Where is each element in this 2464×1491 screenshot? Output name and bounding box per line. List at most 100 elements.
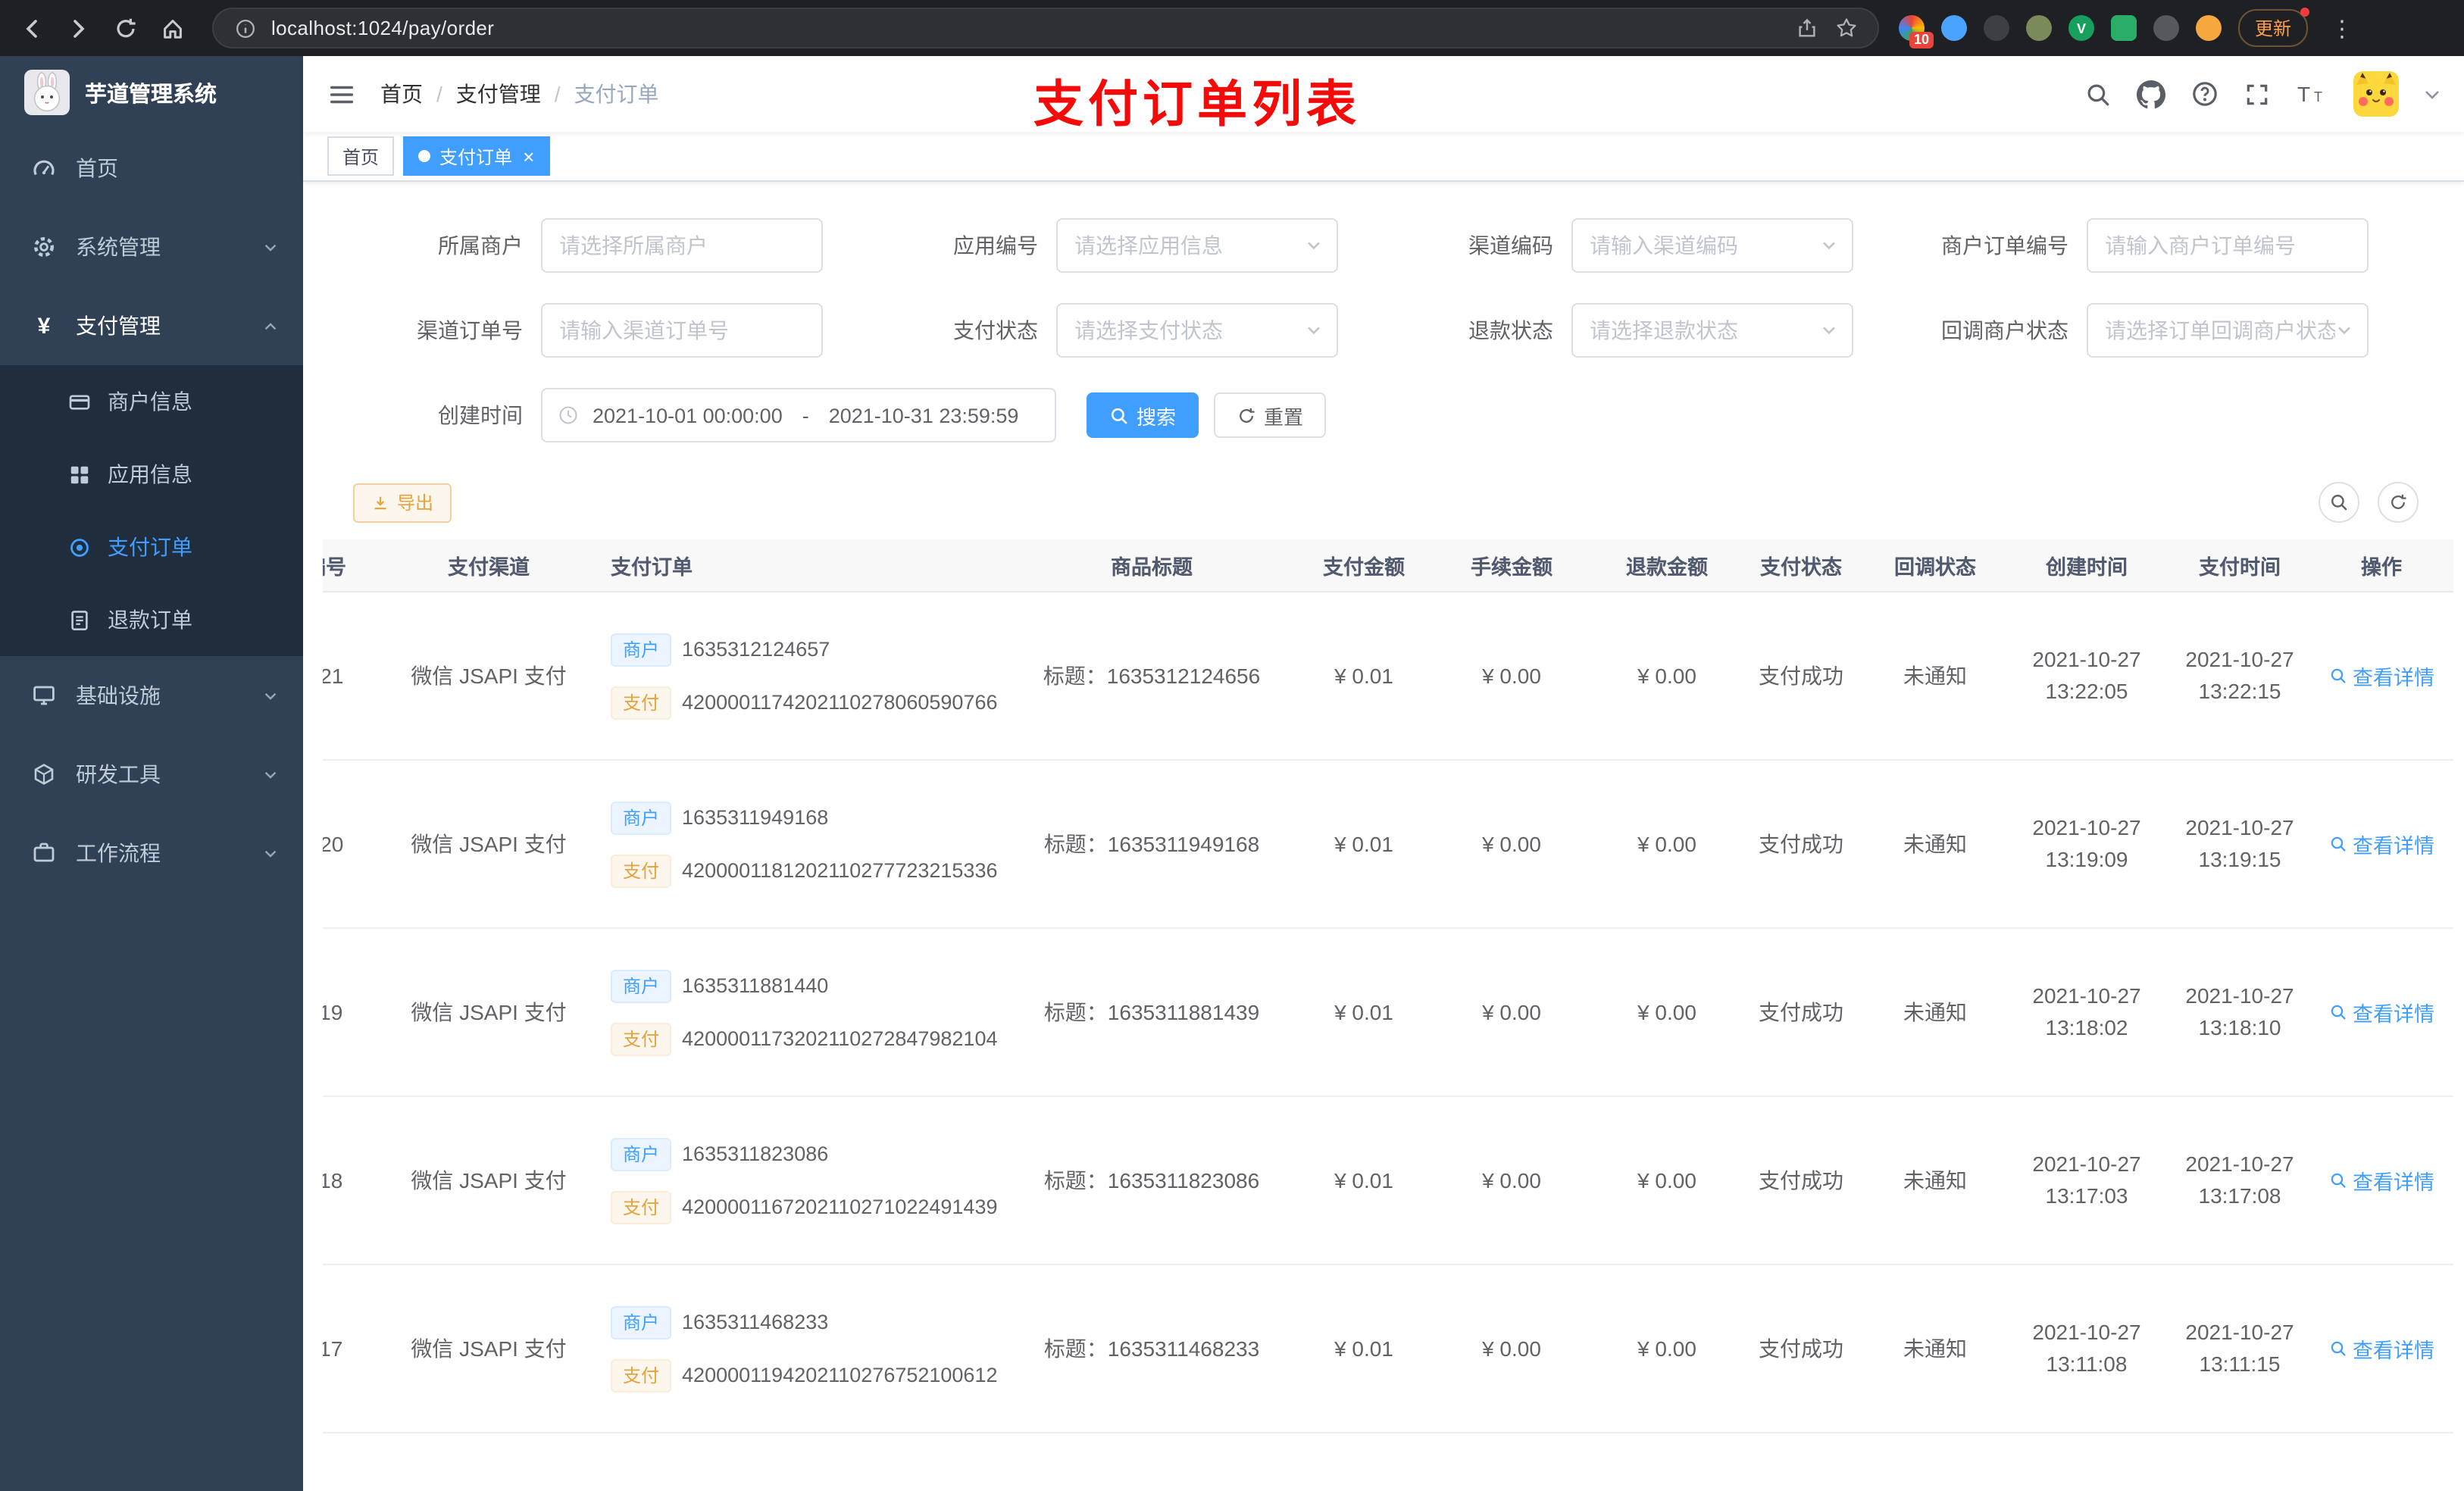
tab-pay-order[interactable]: 支付订单 × [403, 136, 550, 176]
back-icon[interactable] [18, 14, 45, 42]
table-row: 117 微信 JSAPI 支付 商户1635311468233 支付420000… [323, 1264, 2453, 1433]
avatar[interactable] [2353, 71, 2399, 117]
pay-tag: 支付 [611, 1022, 672, 1055]
refresh-button[interactable] [2378, 482, 2419, 523]
home-icon[interactable] [159, 14, 186, 42]
date-start-value: 2021-10-01 00:00:00 [593, 404, 783, 427]
chevron-down-icon [262, 845, 279, 861]
sidebar-item-pay-order[interactable]: 支付订单 [0, 511, 303, 583]
col-amount: 支付金额 [1303, 539, 1424, 592]
payment-submenu: 商户信息 应用信息 支付订单 退款订单 [0, 365, 303, 656]
app-select[interactable]: 请选择应用信息 [1056, 218, 1338, 273]
browser-nav [18, 14, 186, 42]
svg-text:T: T [2297, 83, 2310, 106]
view-detail-link[interactable]: 查看详情 [2328, 661, 2434, 691]
create-time-range-input[interactable]: 2021-10-01 00:00:00 - 2021-10-31 23:59:5… [541, 388, 1056, 442]
date-end-value: 2021-10-31 23:59:59 [828, 404, 1019, 427]
page-content: 所属商户 应用编号 请选择应用信息 渠道编码 请输入渠道编码 [303, 182, 2464, 1491]
sidebar-toggle-icon[interactable] [327, 80, 356, 108]
extension-icon-1[interactable]: 10 [1899, 15, 1934, 48]
font-size-icon[interactable]: TT [2296, 82, 2328, 106]
search-icon[interactable] [2085, 81, 2111, 107]
address-bar[interactable]: localhost:1024/pay/order [212, 8, 1879, 48]
app-logo[interactable]: 芋道管理系统 [0, 56, 303, 129]
caret-down-icon[interactable] [2425, 89, 2440, 99]
cube-icon [30, 762, 58, 786]
active-tab-dot [418, 150, 431, 162]
sidebar-item-workflow[interactable]: 工作流程 [0, 814, 303, 892]
refund-status-select[interactable]: 请选择退款状态 [1571, 303, 1853, 358]
reload-icon[interactable] [112, 14, 139, 42]
sidebar-item-payment[interactable]: ¥ 支付管理 [0, 286, 303, 365]
navbar-actions: TT [2085, 71, 2440, 117]
help-icon[interactable] [2191, 80, 2219, 108]
view-detail-link[interactable]: 查看详情 [2328, 1165, 2434, 1196]
extension-icon-6[interactable] [2111, 15, 2137, 41]
extension-icon-3[interactable] [1984, 15, 2009, 41]
sidebar-item-app-info[interactable]: 应用信息 [0, 438, 303, 511]
breadcrumb-current: 支付订单 [574, 82, 659, 106]
pay-tag: 支付 [611, 854, 672, 887]
toggle-search-button[interactable] [2319, 482, 2359, 523]
extension-icon-8[interactable] [2196, 15, 2222, 41]
col-order: 支付订单 [599, 539, 1000, 592]
table-row: 商户1635311575796 [323, 1433, 2453, 1491]
tab-home[interactable]: 首页 [327, 136, 395, 176]
orders-table-container: 编号 支付渠道 支付订单 商品标题 支付金额 手续金额 退款金额 支付状态 回调… [323, 539, 2464, 1491]
pay-status-label: 支付状态 [953, 318, 1038, 342]
sidebar-item-refund-order[interactable]: 退款订单 [0, 583, 303, 656]
chevron-down-icon [262, 766, 279, 783]
reset-button[interactable]: 重置 [1214, 392, 1327, 438]
col-pay-time: 支付时间 [2170, 539, 2309, 592]
logo-rabbit-icon [24, 70, 70, 115]
breadcrumb-home[interactable]: 首页 [380, 79, 423, 109]
extension-icon-5[interactable]: V [2068, 15, 2094, 41]
breadcrumb-payment[interactable]: 支付管理 [456, 79, 541, 109]
browser-extensions: 10 V 更新 ⋮ [1899, 8, 2353, 48]
extension-icon-7[interactable] [2153, 15, 2179, 41]
search-button[interactable]: 搜索 [1087, 392, 1199, 438]
callback-status-label: 回调商户状态 [1941, 318, 2068, 342]
close-icon[interactable]: × [523, 146, 534, 166]
browser-update-button[interactable]: 更新 [2238, 8, 2310, 47]
url-text[interactable]: localhost:1024/pay/order [271, 17, 1781, 39]
sidebar-item-system[interactable]: 系统管理 [0, 208, 303, 286]
sidebar-item-merchant-info[interactable]: 商户信息 [0, 365, 303, 438]
pay-tag: 支付 [611, 1190, 672, 1224]
github-icon[interactable] [2137, 80, 2165, 108]
breadcrumb: 首页 / 支付管理 / 支付订单 [380, 79, 659, 109]
bookmark-star-icon[interactable] [1832, 14, 1859, 42]
sidebar-item-home[interactable]: 首页 [0, 129, 303, 208]
merchant-order-no-input[interactable] [2087, 218, 2369, 273]
table-header-row: 编号 支付渠道 支付订单 商品标题 支付金额 手续金额 退款金额 支付状态 回调… [323, 539, 2453, 592]
channel-code-select[interactable]: 请输入渠道编码 [1571, 218, 1853, 273]
merchant-order-no-label: 商户订单编号 [1941, 233, 2068, 258]
merchant-input[interactable] [541, 218, 823, 273]
site-info-icon[interactable] [232, 14, 259, 42]
browser-chrome: localhost:1024/pay/order 10 V 更新 ⋮ [0, 0, 2464, 56]
chevron-down-icon [262, 239, 279, 255]
col-create-time: 创建时间 [2003, 539, 2170, 592]
col-title: 商品标题 [1000, 539, 1303, 592]
browser-menu-icon[interactable]: ⋮ [2331, 14, 2353, 42]
view-detail-link[interactable]: 查看详情 [2328, 997, 2434, 1027]
sidebar-item-dev-tools[interactable]: 研发工具 [0, 735, 303, 814]
extension-icon-2[interactable] [1941, 15, 1967, 41]
extension-icon-4[interactable] [2026, 15, 2052, 41]
merchant-tag: 商户 [611, 1305, 672, 1339]
view-detail-link[interactable]: 查看详情 [2328, 1333, 2434, 1364]
channel-order-no-input[interactable] [541, 303, 823, 358]
sidebar-item-infrastructure[interactable]: 基础设施 [0, 656, 303, 735]
forward-icon[interactable] [65, 14, 92, 42]
gear-icon [30, 235, 58, 259]
tags-view: 首页 支付订单 × [303, 132, 2464, 182]
callback-status-select[interactable]: 请选择订单回调商户状态 [2087, 303, 2369, 358]
fullscreen-icon[interactable] [2244, 81, 2270, 107]
export-button[interactable]: 导出 [353, 483, 452, 522]
view-detail-link[interactable]: 查看详情 [2328, 829, 2434, 859]
monitor-icon [30, 683, 58, 708]
share-icon[interactable] [1793, 14, 1820, 42]
svg-text:T: T [2314, 89, 2322, 105]
pay-status-select[interactable]: 请选择支付状态 [1056, 303, 1338, 358]
page-annotation: 支付订单列表 [1033, 76, 1361, 132]
